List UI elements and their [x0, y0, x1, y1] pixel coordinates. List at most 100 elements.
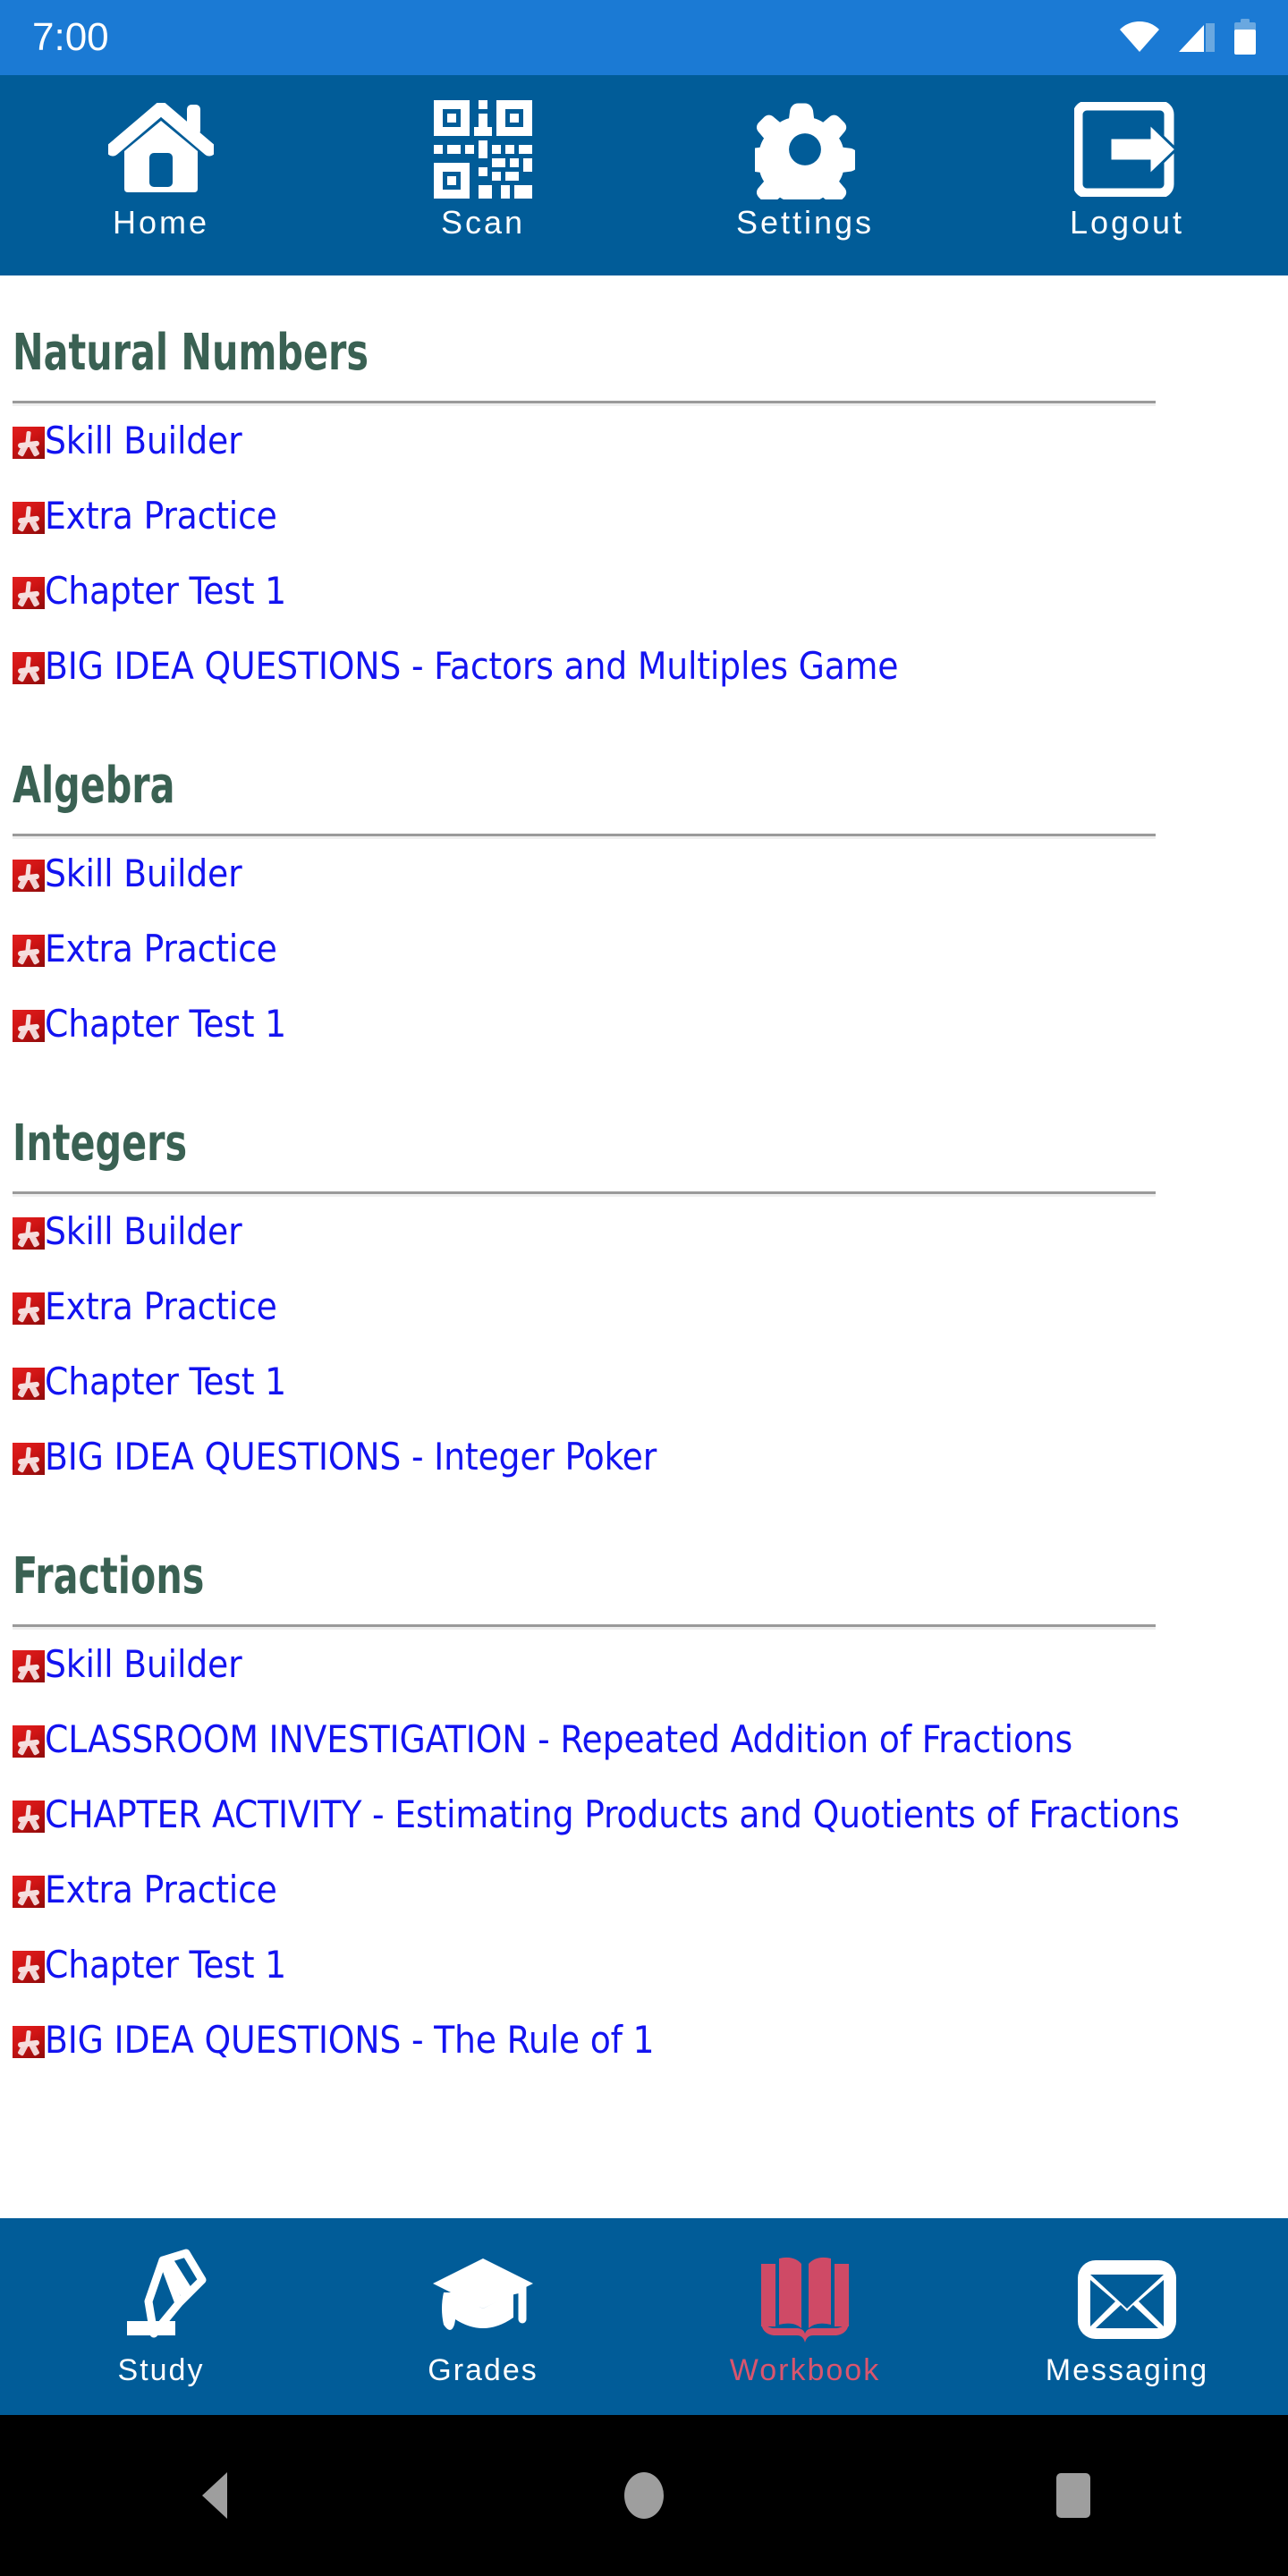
pdf-icon: [13, 860, 45, 892]
pdf-icon: [13, 1443, 45, 1475]
pdf-icon: [13, 1951, 45, 1983]
pdf-icon: [13, 1292, 45, 1325]
pdf-icon: [13, 1801, 45, 1833]
workbook-content-scroll[interactable]: Natural Numbers Skill Builder Extra Prac…: [0, 275, 1288, 2218]
resource-row[interactable]: Skill Builder: [13, 1631, 1288, 1707]
nav-item-home[interactable]: Home: [0, 75, 322, 275]
square-recents-icon: [1056, 2473, 1090, 2518]
resource-link[interactable]: Skill Builder: [45, 419, 242, 462]
resource-link[interactable]: Skill Builder: [45, 1642, 242, 1686]
section-integers: Integers Skill Builder Extra Practice Ch…: [13, 1116, 1288, 1499]
battery-icon: [1234, 19, 1256, 55]
resource-link[interactable]: Extra Practice: [45, 1284, 277, 1328]
gear-icon: [755, 97, 855, 202]
resource-link[interactable]: Skill Builder: [45, 852, 242, 895]
pdf-icon: [13, 2026, 45, 2058]
nav-item-home-label: Home: [112, 204, 210, 241]
resource-row[interactable]: BIG IDEA QUESTIONS - Factors and Multipl…: [13, 633, 1288, 708]
section-divider: [13, 1624, 1156, 1630]
resource-row[interactable]: Chapter Test 1: [13, 991, 1288, 1066]
nav-item-logout[interactable]: Logout: [966, 75, 1288, 275]
resource-list: Skill Builder Extra Practice Chapter Tes…: [13, 841, 1288, 1066]
resource-link[interactable]: Extra Practice: [45, 494, 277, 538]
android-system-nav: [0, 2415, 1288, 2576]
tab-grades[interactable]: Grades: [322, 2218, 644, 2415]
recents-button[interactable]: [1002, 2451, 1145, 2540]
status-bar: 7:00: [0, 0, 1288, 75]
resource-link[interactable]: Extra Practice: [45, 927, 277, 970]
resource-row[interactable]: BIG IDEA QUESTIONS - The Rule of 1: [13, 2007, 1288, 2082]
bottom-navigation-bar: Study Grades Workbook Messaging: [0, 2218, 1288, 2415]
section-title: Integers: [13, 1114, 188, 1173]
resource-row[interactable]: BIG IDEA QUESTIONS - Integer Poker: [13, 1424, 1288, 1499]
circle-home-icon: [624, 2472, 664, 2519]
section-title: Algebra: [13, 757, 175, 815]
nav-item-scan-label: Scan: [440, 204, 526, 241]
resource-row[interactable]: Skill Builder: [13, 408, 1288, 483]
resource-row[interactable]: Skill Builder: [13, 841, 1288, 916]
envelope-icon: [1074, 2242, 1180, 2348]
resource-link[interactable]: BIG IDEA QUESTIONS - Factors and Multipl…: [45, 644, 899, 688]
section-divider: [13, 1191, 1156, 1197]
resource-row[interactable]: Extra Practice: [13, 916, 1288, 991]
resource-row[interactable]: Skill Builder: [13, 1199, 1288, 1274]
triangle-back-icon: [202, 2472, 227, 2519]
top-navigation-bar: Home Scan Settings Logout: [0, 75, 1288, 275]
pdf-icon: [13, 1368, 45, 1400]
resource-row[interactable]: Chapter Test 1: [13, 1349, 1288, 1424]
resource-row[interactable]: CHAPTER ACTIVITY - Estimating Products a…: [13, 1782, 1288, 1857]
resource-list: Skill Builder Extra Practice Chapter Tes…: [13, 408, 1288, 708]
section-algebra: Algebra Skill Builder Extra Practice Cha…: [13, 758, 1288, 1066]
resource-row[interactable]: Chapter Test 1: [13, 1932, 1288, 2007]
qr-code-icon: [434, 97, 532, 202]
resource-link[interactable]: Extra Practice: [45, 1868, 277, 1911]
wifi-icon: [1120, 21, 1159, 52]
pdf-icon: [13, 935, 45, 967]
resource-row[interactable]: CLASSROOM INVESTIGATION - Repeated Addit…: [13, 1707, 1288, 1782]
resource-link[interactable]: Chapter Test 1: [45, 1002, 286, 1046]
nav-item-settings[interactable]: Settings: [644, 75, 966, 275]
open-book-icon: [752, 2242, 858, 2348]
logout-icon: [1074, 97, 1180, 202]
resource-link[interactable]: CHAPTER ACTIVITY - Estimating Products a…: [45, 1792, 1180, 1836]
pencil-icon: [109, 2242, 213, 2348]
resource-link[interactable]: Chapter Test 1: [45, 1943, 286, 1987]
pdf-icon: [13, 1725, 45, 1758]
resource-link[interactable]: Skill Builder: [45, 1209, 242, 1253]
resource-link[interactable]: Chapter Test 1: [45, 1360, 286, 1403]
home-button[interactable]: [572, 2451, 716, 2540]
tab-study[interactable]: Study: [0, 2218, 322, 2415]
section-fractions: Fractions Skill Builder CLASSROOM INVEST…: [13, 1549, 1288, 2082]
resource-link[interactable]: Chapter Test 1: [45, 569, 286, 613]
tab-grades-label: Grades: [428, 2352, 538, 2387]
tab-workbook[interactable]: Workbook: [644, 2218, 966, 2415]
section-title: Fractions: [13, 1547, 205, 1606]
resource-list: Skill Builder Extra Practice Chapter Tes…: [13, 1199, 1288, 1499]
resource-list: Skill Builder CLASSROOM INVESTIGATION - …: [13, 1631, 1288, 2082]
tab-workbook-label: Workbook: [729, 2352, 881, 2387]
resource-link[interactable]: BIG IDEA QUESTIONS - Integer Poker: [45, 1435, 657, 1479]
top-spacer: [13, 275, 1288, 326]
resource-row[interactable]: Chapter Test 1: [13, 558, 1288, 633]
status-icons: [1118, 19, 1258, 56]
nav-item-scan[interactable]: Scan: [322, 75, 644, 275]
section-divider: [13, 834, 1156, 839]
back-button[interactable]: [143, 2451, 286, 2540]
resource-row[interactable]: Extra Practice: [13, 1274, 1288, 1349]
home-icon: [108, 97, 214, 202]
nav-item-settings-label: Settings: [735, 204, 875, 241]
pdf-icon: [13, 577, 45, 609]
pdf-icon: [13, 502, 45, 534]
pdf-icon: [13, 427, 45, 459]
tab-messaging-label: Messaging: [1045, 2352, 1209, 2387]
resource-link[interactable]: BIG IDEA QUESTIONS - The Rule of 1: [45, 2018, 655, 2062]
section-title: Natural Numbers: [13, 324, 369, 382]
tab-messaging[interactable]: Messaging: [966, 2218, 1288, 2415]
resource-row[interactable]: Extra Practice: [13, 483, 1288, 558]
resource-row[interactable]: Extra Practice: [13, 1857, 1288, 1932]
resource-link[interactable]: CLASSROOM INVESTIGATION - Repeated Addit…: [45, 1717, 1072, 1761]
section-natural-numbers: Natural Numbers Skill Builder Extra Prac…: [13, 326, 1288, 708]
